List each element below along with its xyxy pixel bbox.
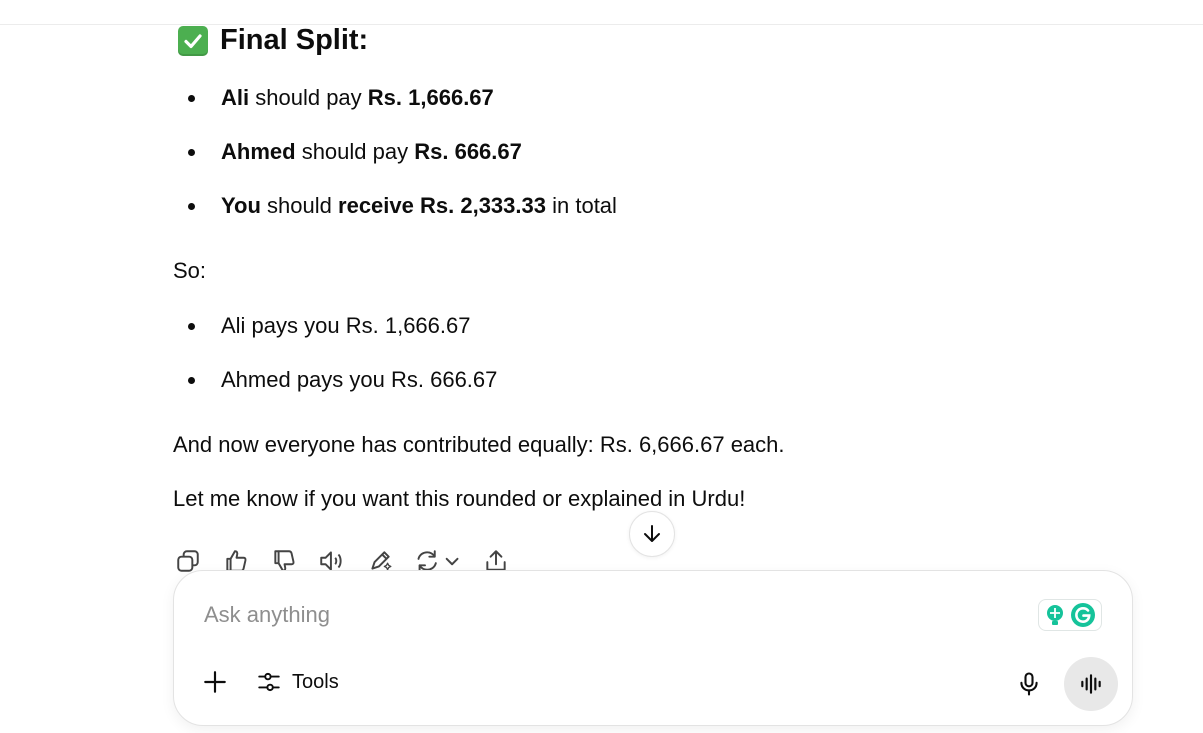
payment-verb: should pay — [301, 139, 409, 164]
closing-text: Let me know if you want this rounded or … — [173, 486, 746, 511]
tools-button[interactable]: Tools — [256, 667, 339, 697]
check-mark-button-icon — [178, 25, 208, 56]
heading-text: Final Split: — [220, 24, 369, 56]
tools-sliders-icon — [258, 672, 280, 692]
add-attachment-button[interactable] — [200, 667, 230, 697]
payment-verb: receive — [338, 193, 414, 218]
summary-text: And now everyone has contributed equally… — [173, 432, 785, 457]
payment-suffix: in total — [552, 193, 617, 218]
grammarly-bulb-icon — [1046, 605, 1063, 625]
so-label: So: — [173, 258, 207, 283]
payer-name: You — [221, 193, 261, 218]
voice-mode-button[interactable] — [1064, 657, 1118, 711]
composer: Tools — [173, 570, 1133, 726]
arrow-down-icon — [644, 525, 660, 542]
payment-amount: Rs. 666.67 — [414, 139, 522, 164]
payment-pre: should — [267, 193, 332, 218]
scroll-down-button[interactable] — [629, 511, 675, 557]
split-list: Ali should pay Rs. 1,666.67 Ahmed should… — [173, 71, 617, 233]
payer-name: Ali — [221, 85, 250, 110]
voice-mode-icon — [1081, 674, 1101, 694]
grammarly-widget[interactable] — [1038, 599, 1102, 631]
payments-list: Ali pays you Rs. 1,666.67 Ahmed pays you… — [173, 299, 497, 407]
list-item: You should receive Rs. 2,333.33 in total — [173, 179, 617, 233]
payment-verb: should pay — [255, 85, 362, 110]
plus-icon — [204, 671, 226, 693]
dictate-button[interactable] — [1012, 667, 1046, 701]
list-item: Ali pays you Rs. 1,666.67 — [173, 299, 497, 353]
tools-label: Tools — [292, 670, 339, 693]
list-item: Ali should pay Rs. 1,666.67 — [173, 71, 617, 125]
ask-input[interactable] — [204, 597, 984, 633]
final-split-heading: Final Split: — [178, 24, 368, 57]
list-item: Ahmed should pay Rs. 666.67 — [173, 125, 617, 179]
payment-amount: Rs. 2,333.33 — [420, 193, 546, 218]
payer-name: Ahmed — [221, 139, 296, 164]
microphone-icon — [1020, 672, 1038, 696]
grammarly-icon — [1071, 603, 1096, 627]
payment-amount: Rs. 1,666.67 — [367, 85, 494, 110]
list-item: Ahmed pays you Rs. 666.67 — [173, 353, 497, 407]
